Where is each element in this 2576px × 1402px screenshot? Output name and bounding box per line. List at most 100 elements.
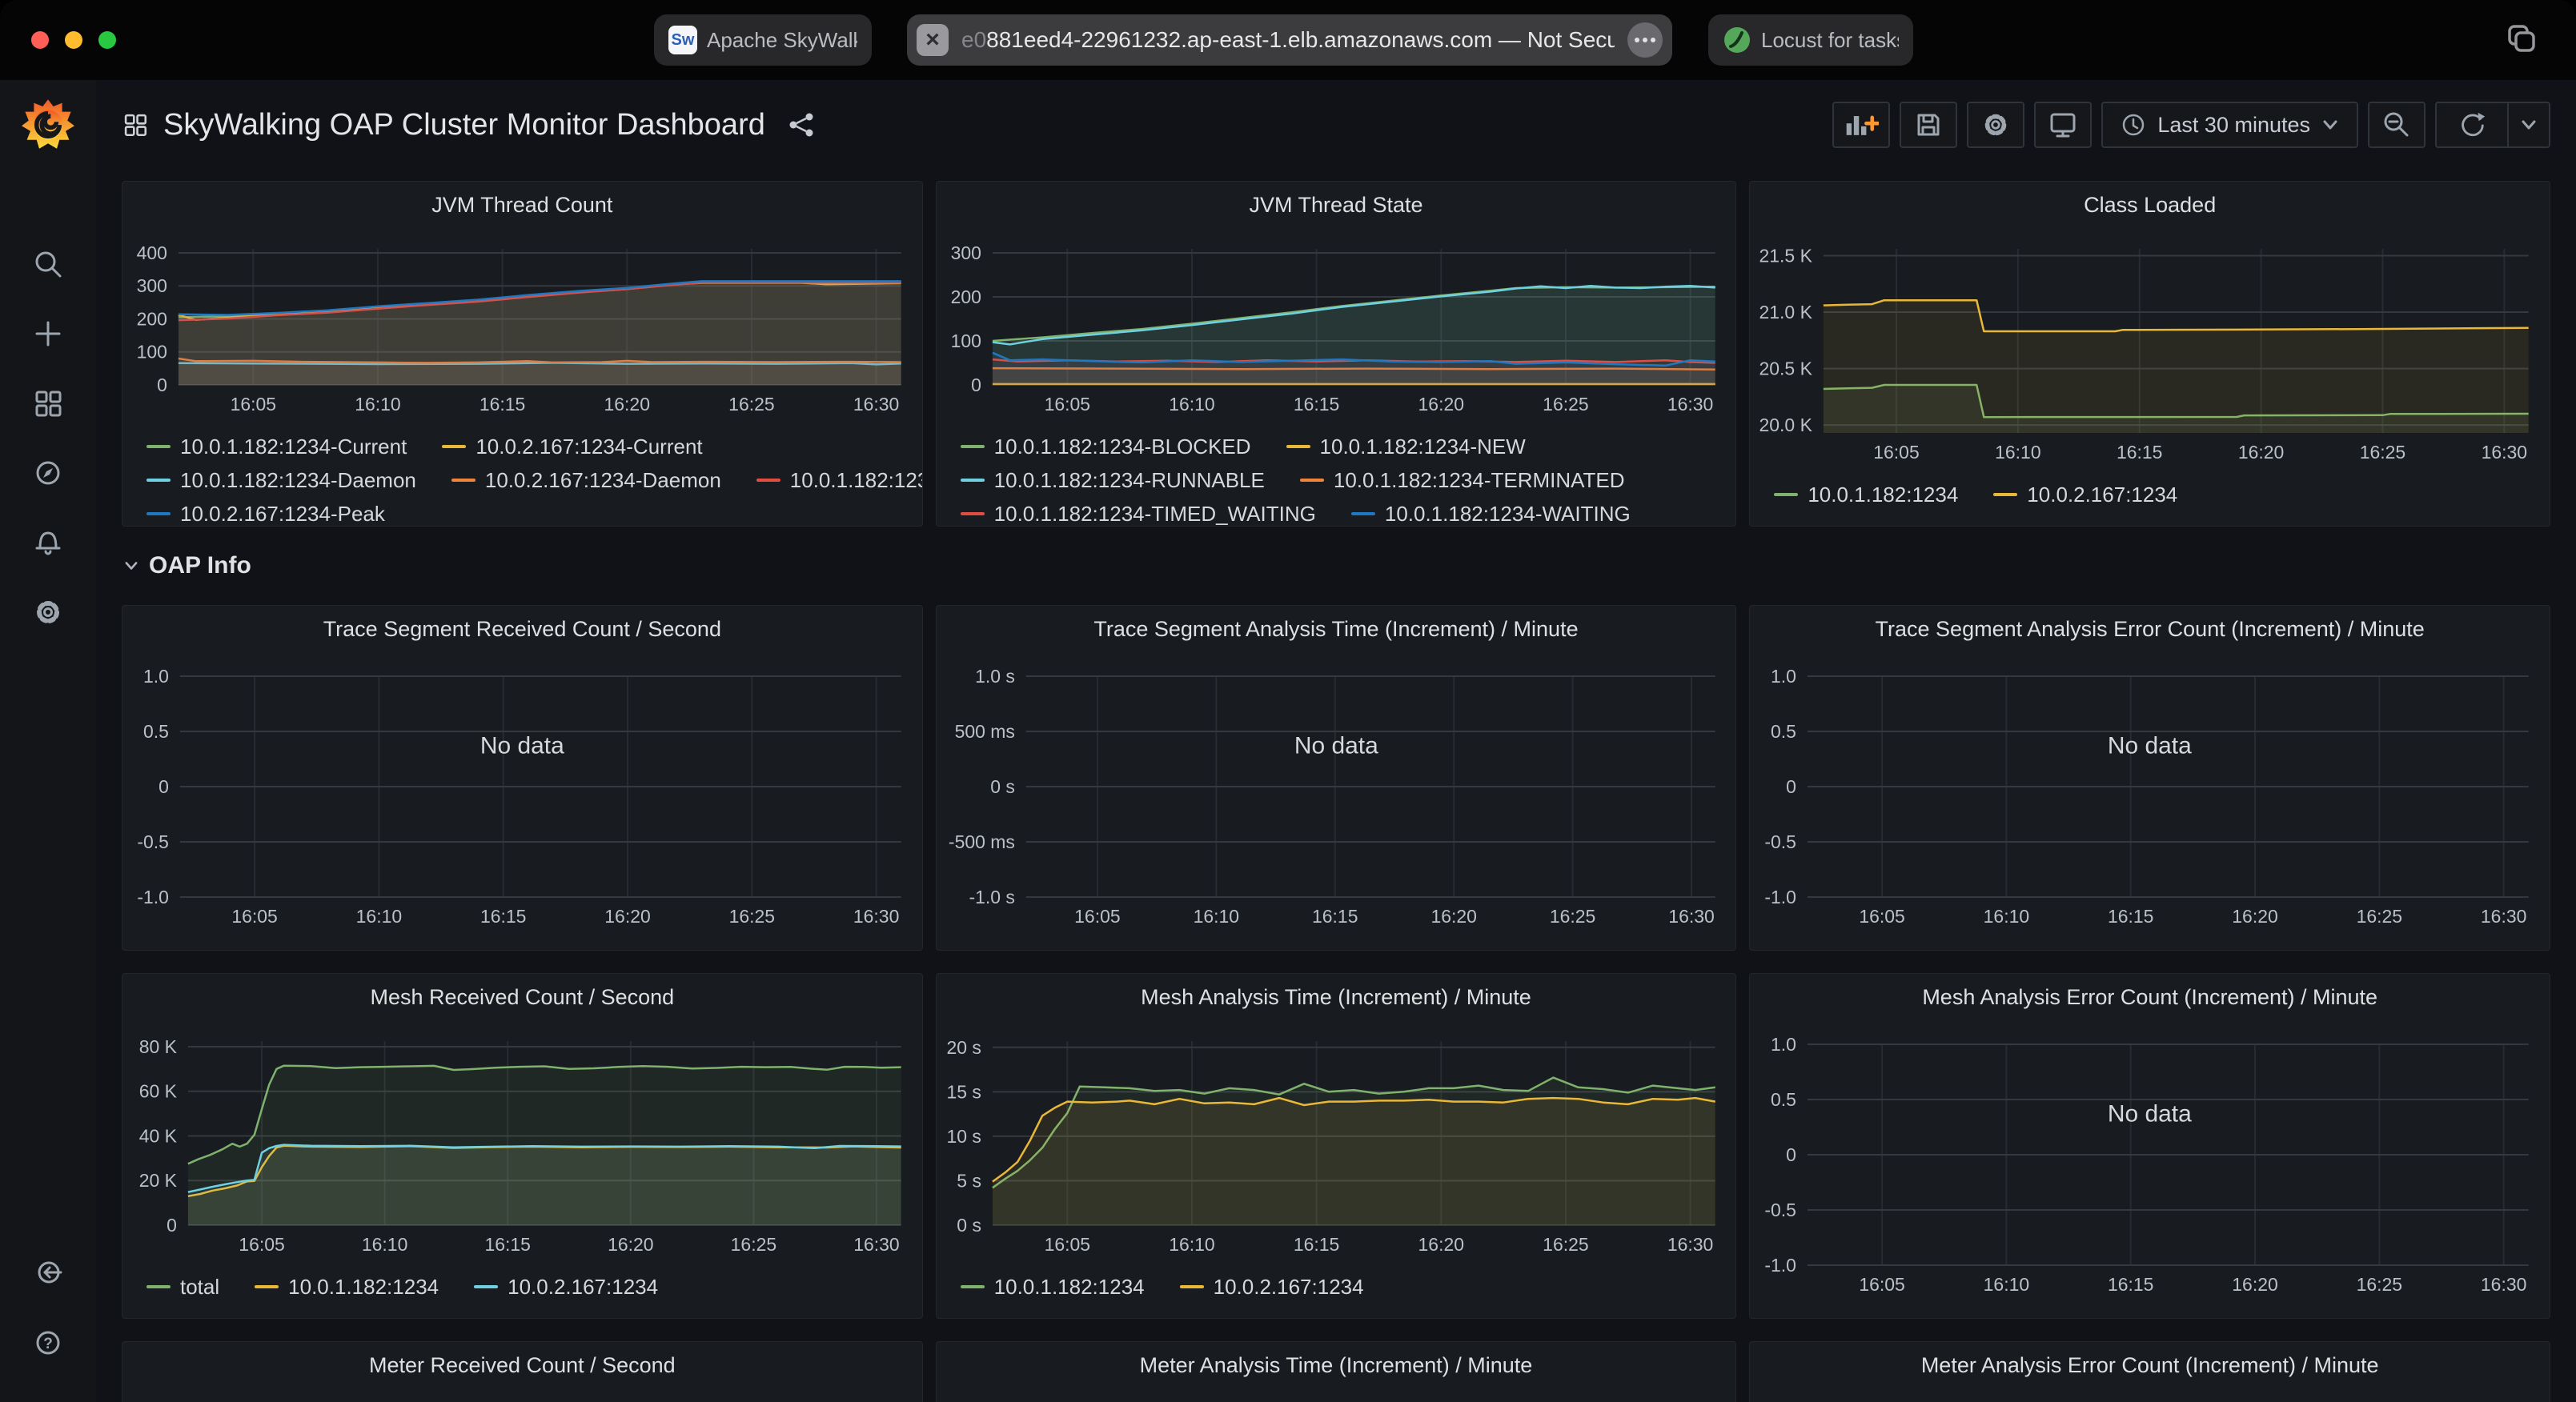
panel-title[interactable]: Mesh Analysis Time (Increment) / Minute (937, 974, 1736, 1020)
svg-text:0.5: 0.5 (1771, 721, 1796, 742)
legend-item[interactable]: 10.0.2.167:1234 (1993, 483, 2177, 507)
series-color-dash-icon (1993, 493, 2017, 496)
svg-text:16:15: 16:15 (2108, 906, 2153, 927)
svg-text:16:05: 16:05 (1044, 394, 1089, 415)
legend-item[interactable]: 10.0.1.182:1234-TERMINATED (1300, 468, 1625, 493)
section-oap-info[interactable]: OAP Info (96, 527, 2576, 605)
sidebar-item-create[interactable] (32, 318, 64, 350)
panel-title[interactable]: Mesh Received Count / Second (122, 974, 922, 1020)
svg-text:200: 200 (137, 308, 167, 329)
sidebar-item-dashboards[interactable] (32, 387, 64, 419)
add-panel-button[interactable] (1832, 102, 1890, 148)
panel-title[interactable]: Meter Received Count / Second (122, 1342, 922, 1388)
tab-overview-icon[interactable] (2504, 22, 2539, 58)
chart-mesh-received[interactable]: 020 K40 K60 K80 K16:0516:1016:1516:2016:… (122, 1020, 922, 1264)
dashboard-title[interactable]: SkyWalking OAP Cluster Monitor Dashboard (163, 108, 765, 142)
svg-text:16:30: 16:30 (1667, 1234, 1713, 1255)
legend-item[interactable]: 10.0.2.167:1234 (1180, 1275, 1364, 1300)
legend-item[interactable]: 10.0.2.167:1234-Current (442, 435, 702, 459)
browser-tab-skywalking[interactable]: Sw Apache SkyWalki... (654, 14, 872, 66)
svg-text:300: 300 (137, 275, 167, 296)
svg-text:16:20: 16:20 (608, 1234, 653, 1255)
svg-text:-500 ms: -500 ms (949, 831, 1015, 852)
svg-text:0: 0 (158, 776, 169, 797)
legend-item[interactable]: 10.0.2.167:1234-Daemon (451, 468, 721, 493)
svg-text:10 s: 10 s (946, 1126, 981, 1147)
chart-jvm-thread-state[interactable]: 010020030016:0516:1016:1516:2016:2516:30 (937, 228, 1736, 423)
browser-tab-active[interactable]: × e0881eed4-22961232.ap-east-1.elb.amazo… (907, 14, 1672, 66)
sidebar-item-alerting[interactable] (32, 527, 64, 559)
share-icon[interactable] (788, 111, 815, 138)
legend-item[interactable]: total (146, 1275, 219, 1300)
chart-class-loaded[interactable]: 20.0 K20.5 K21.0 K21.5 K16:0516:1016:151… (1750, 228, 2550, 471)
legend-label: 10.0.1.182:1234-TIMED_WAITING (994, 502, 1316, 527)
svg-text:16:10: 16:10 (1984, 906, 2029, 927)
sidebar-item-explore[interactable] (32, 457, 64, 489)
save-dashboard-button[interactable] (1900, 102, 1957, 148)
zoom-out-time-button[interactable] (2368, 102, 2426, 148)
chart-trace-segment-analysis-time: -1.0 s-500 ms0 s500 ms1.0 s16:0516:1016:… (937, 652, 1736, 951)
panel-title[interactable]: Meter Analysis Time (Increment) / Minute (937, 1342, 1736, 1388)
window-zoom-button[interactable] (98, 31, 116, 49)
panel-meter-analysis-error: Meter Analysis Error Count (Increment) /… (1749, 1341, 2550, 1402)
panel-title[interactable]: Trace Segment Analysis Time (Increment) … (937, 606, 1736, 652)
chart-mesh-analysis-time[interactable]: 0 s5 s10 s15 s20 s16:0516:1016:1516:2016… (937, 1020, 1736, 1264)
legend-item[interactable]: 10.0.1.182:1234-Daemon (146, 468, 416, 493)
svg-text:300: 300 (950, 242, 981, 263)
panel-title[interactable]: Trace Segment Received Count / Second (122, 606, 922, 652)
locust-favicon-icon (1723, 26, 1751, 54)
panel-title[interactable]: Trace Segment Analysis Error Count (Incr… (1750, 606, 2550, 652)
svg-text:-0.5: -0.5 (137, 831, 169, 852)
chart-jvm-thread-count[interactable]: 010020030040016:0516:1016:1516:2016:2516… (122, 228, 922, 423)
svg-text:100: 100 (137, 342, 167, 363)
window-minimize-button[interactable] (65, 31, 82, 49)
panel-title[interactable]: Meter Analysis Error Count (Increment) /… (1750, 1342, 2550, 1388)
panel-title[interactable]: JVM Thread State (937, 182, 1736, 228)
svg-text:1.0: 1.0 (1771, 1034, 1796, 1055)
dashboard-settings-button[interactable] (1967, 102, 2024, 148)
panel-title[interactable]: JVM Thread Count (122, 182, 922, 228)
legend-item[interactable]: 10.0.1.182:1234 (1774, 483, 1958, 507)
svg-text:0: 0 (167, 1215, 177, 1236)
legend-label: 10.0.2.167:1234 (508, 1275, 658, 1300)
help-icon: ? (32, 1327, 64, 1359)
legend-item[interactable]: 10.0.1.182:1234-RUNNABLE (961, 468, 1265, 493)
legend-item[interactable]: 10.0.1.182:1234-TIMED_WAITING (961, 502, 1316, 527)
svg-text:0: 0 (971, 375, 981, 395)
sidebar-item-sign-in[interactable] (0, 1256, 96, 1288)
legend-item[interactable]: 10.0.1.182:1234-Current (146, 435, 407, 459)
browser-tab-locust[interactable]: Locust for tasks.py (1708, 14, 1913, 66)
sidebar-item-search[interactable] (32, 248, 64, 280)
refresh-interval-dropdown[interactable] (2509, 103, 2549, 146)
panel-title[interactable]: Mesh Analysis Error Count (Increment) / … (1750, 974, 2550, 1020)
sidebar-item-help[interactable]: ? (0, 1327, 96, 1359)
grafana-app: ? SkyWalking OAP Cluster Monitor Dashboa… (0, 80, 2576, 1402)
legend-item[interactable]: 10.0.1.182:1234-BLOCKED (961, 435, 1251, 459)
legend-item[interactable]: 10.0.2.167:1234 (474, 1275, 658, 1300)
tab-more-icon[interactable] (1627, 22, 1663, 58)
legend-item[interactable]: 10.0.1.182:1234 (961, 1275, 1145, 1300)
svg-text:16:20: 16:20 (604, 906, 650, 927)
legend-item[interactable]: 10.0.1.182:1234-Peak (756, 468, 922, 493)
svg-text:1.0: 1.0 (143, 666, 169, 687)
panel-trace-segment-received: Trace Segment Received Count / Second-1.… (122, 605, 923, 951)
tab-close-icon[interactable]: × (917, 24, 949, 56)
legend-item[interactable]: 10.0.2.167:1234-Peak (146, 502, 385, 527)
legend-label: 10.0.2.167:1234-Current (475, 435, 702, 459)
grafana-logo[interactable] (22, 98, 74, 150)
browser-window: Sw Apache SkyWalki... × e0881eed4-229612… (0, 0, 2576, 1402)
sidebar-item-configuration[interactable] (32, 596, 64, 628)
legend-item[interactable]: 10.0.1.182:1234 (255, 1275, 439, 1300)
panel-title[interactable]: Class Loaded (1750, 182, 2550, 228)
svg-text:16:30: 16:30 (853, 1234, 899, 1255)
svg-text:16:25: 16:25 (2360, 442, 2405, 463)
dashboard-toolbar: Last 30 minutes (1832, 102, 2550, 148)
legend-item[interactable]: 10.0.1.182:1234-WAITING (1351, 502, 1631, 527)
time-range-picker[interactable]: Last 30 minutes (2101, 102, 2358, 148)
legend-item[interactable]: 10.0.1.182:1234-NEW (1286, 435, 1526, 459)
cycle-view-mode-button[interactable] (2034, 102, 2092, 148)
refresh-button[interactable] (2437, 103, 2509, 146)
tab-title: Locust for tasks.py (1761, 28, 1899, 53)
window-close-button[interactable] (31, 31, 49, 49)
svg-text:16:25: 16:25 (728, 394, 774, 415)
